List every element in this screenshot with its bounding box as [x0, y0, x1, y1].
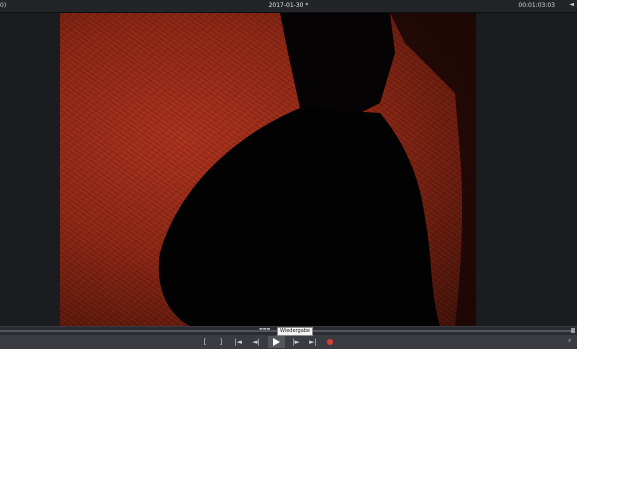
- play-icon: [273, 338, 280, 346]
- video-dark-silhouette: [158, 13, 476, 326]
- mark-out-button[interactable]: ]: [217, 337, 225, 347]
- video-editor-window: 0) 2017-01-30 * 00:01:03:03 ◄ ▬▬▬ [ ] |◄…: [0, 0, 577, 349]
- window-menu-icon[interactable]: ◄: [569, 1, 574, 8]
- settings-icon[interactable]: ⚡: [567, 337, 572, 345]
- preview-viewer: [0, 13, 577, 326]
- scrubber-end-handle[interactable]: [571, 328, 575, 333]
- title-bar: 0) 2017-01-30 * 00:01:03:03 ◄: [0, 0, 577, 13]
- project-title: 2017-01-30 *: [268, 2, 309, 9]
- play-button[interactable]: [268, 336, 285, 348]
- play-tooltip: Wiedergabe: [277, 327, 314, 336]
- video-preview-frame: [60, 13, 476, 326]
- step-back-button[interactable]: ◄|: [250, 337, 262, 347]
- record-icon[interactable]: [327, 339, 333, 345]
- step-forward-button[interactable]: |►: [290, 337, 302, 347]
- go-to-start-button[interactable]: |◄: [232, 337, 244, 347]
- playhead-marker[interactable]: ▬▬▬: [259, 327, 275, 331]
- mark-in-button[interactable]: [: [201, 337, 209, 347]
- timecode-display: 00:01:03:03: [518, 2, 555, 9]
- go-to-end-button[interactable]: ►|: [307, 337, 319, 347]
- transport-controls: [ ] |◄ ◄| |► ►| ⚡: [0, 335, 577, 349]
